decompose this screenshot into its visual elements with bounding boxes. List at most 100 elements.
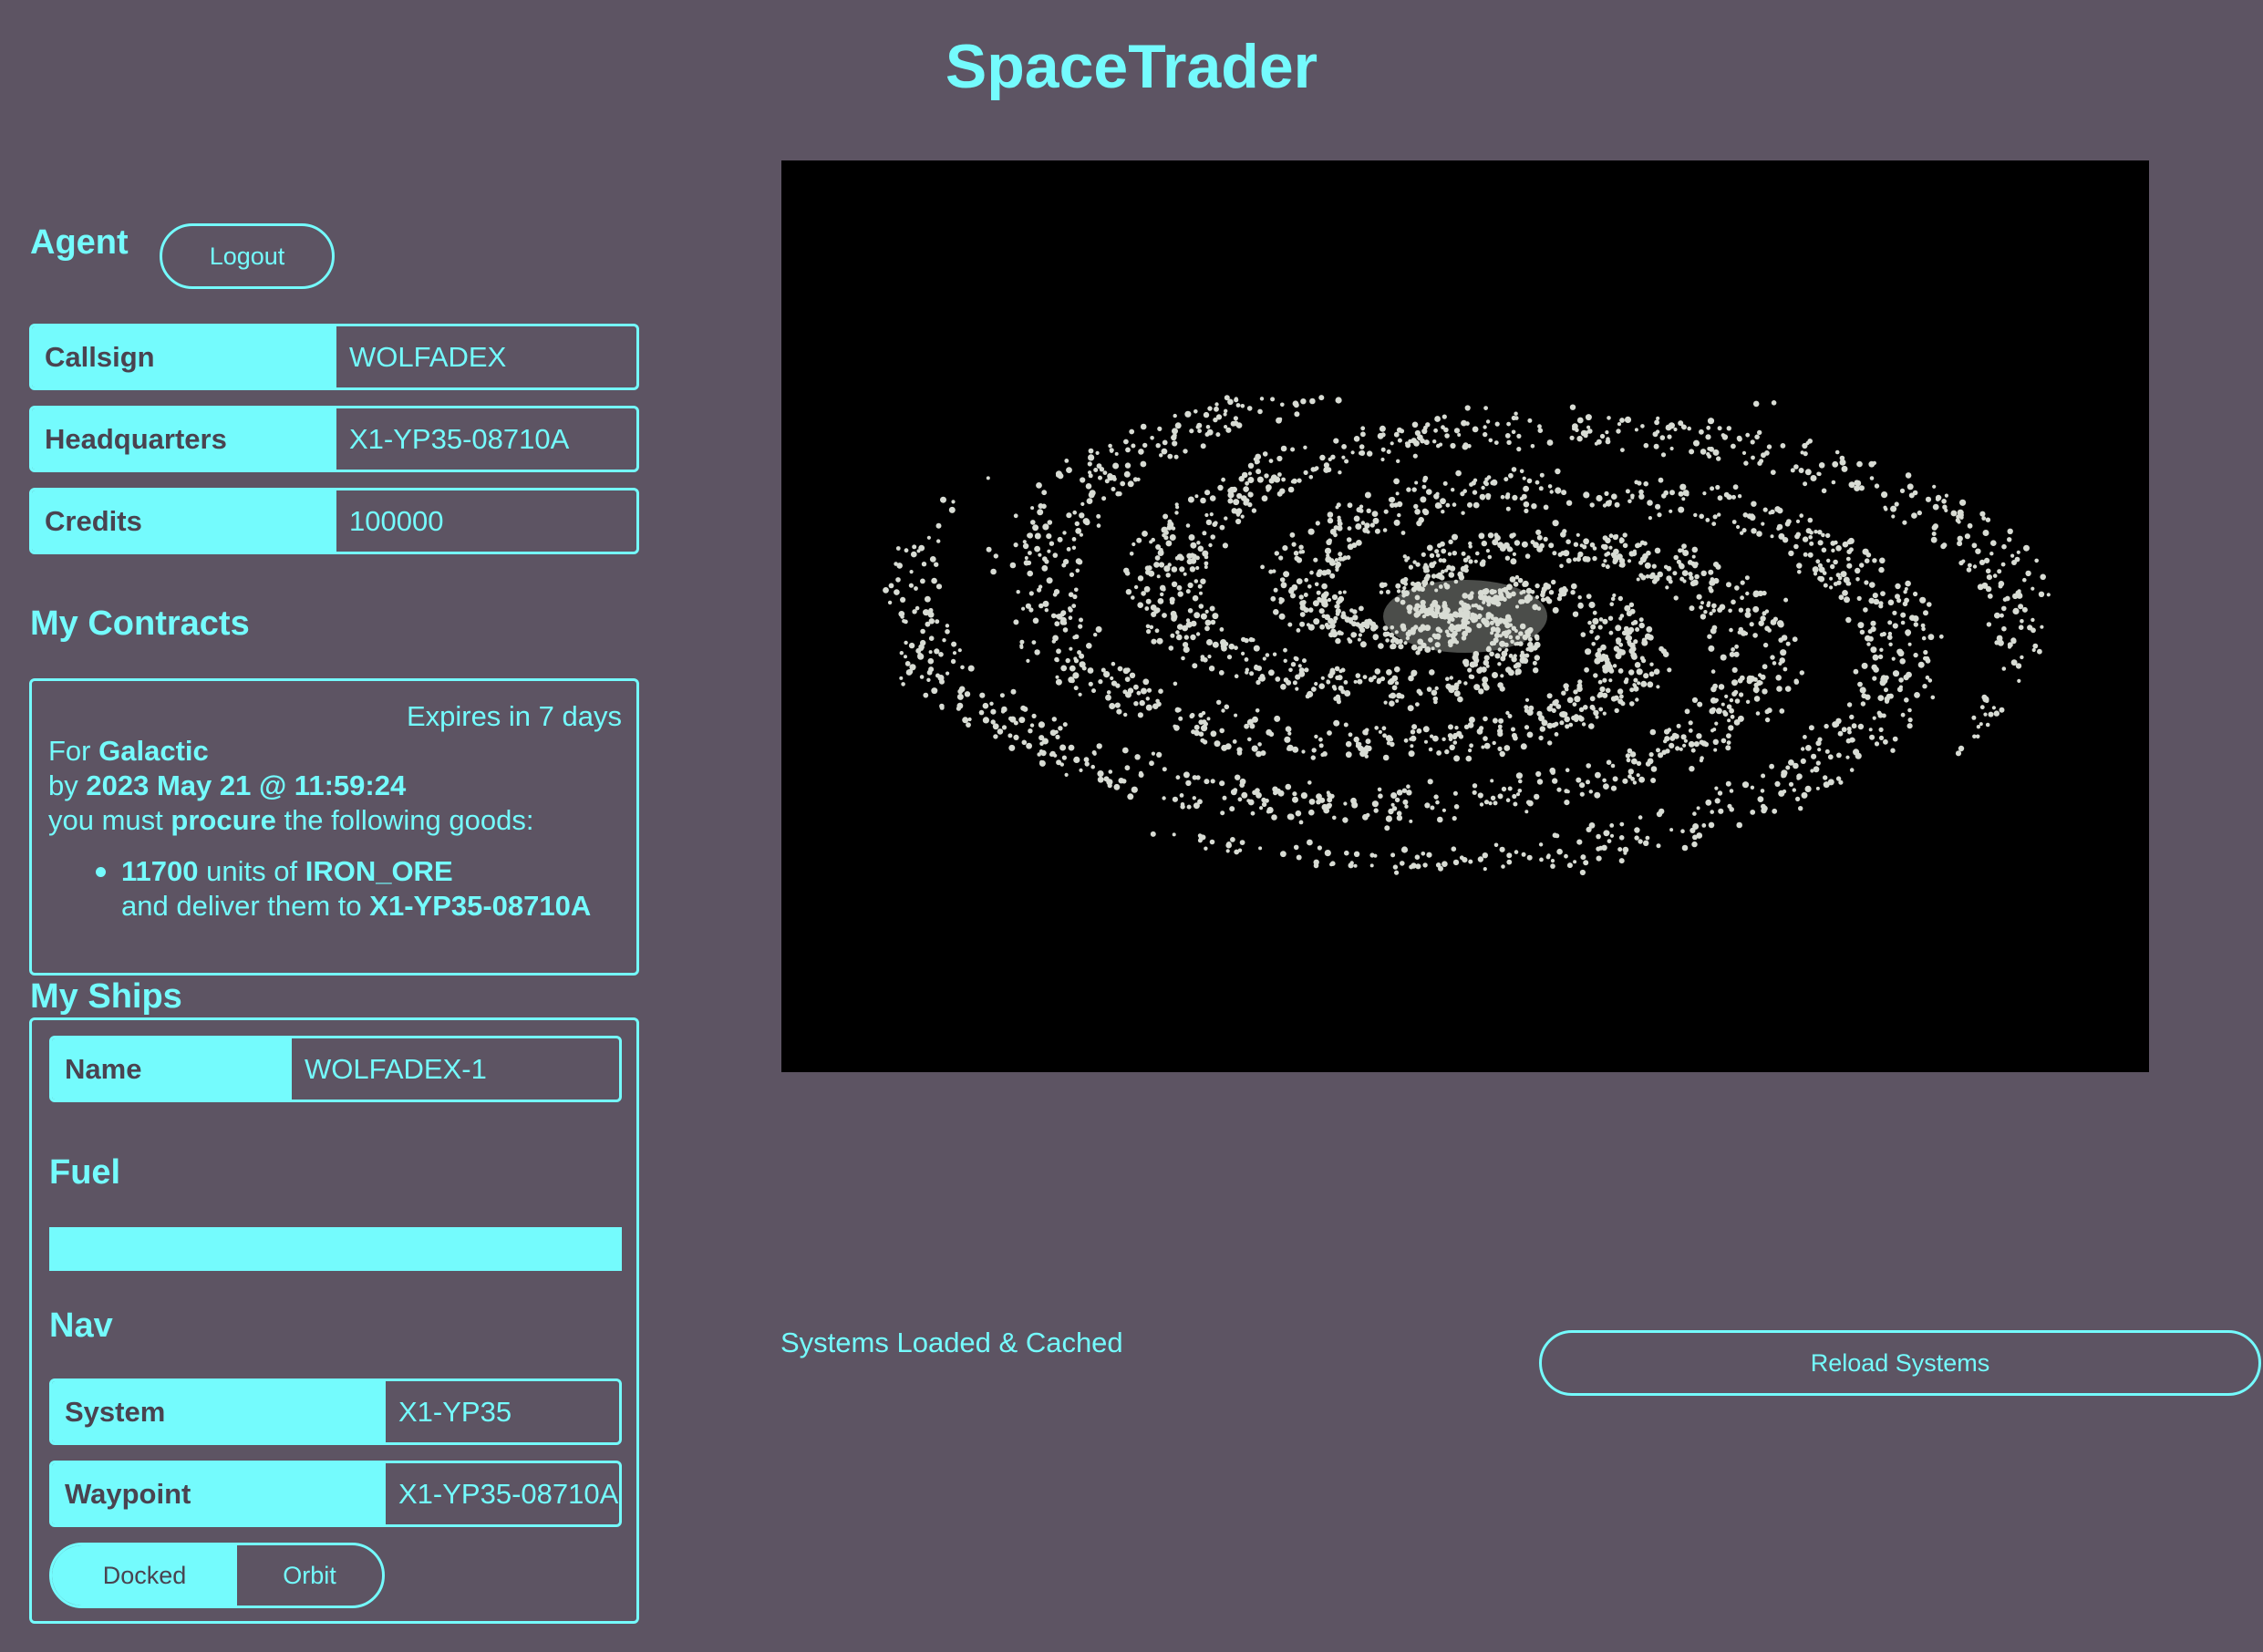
star-system-dot: [1519, 469, 1524, 474]
star-system-dot: [1136, 690, 1142, 696]
star-system-dot: [1139, 770, 1143, 776]
star-system-dot: [1379, 425, 1386, 432]
star-system-dot: [1566, 790, 1570, 794]
star-system-dot: [1715, 707, 1722, 715]
star-system-dot: [1907, 718, 1913, 723]
star-system-dot: [1463, 724, 1470, 729]
star-system-dot: [1230, 837, 1235, 842]
logout-button[interactable]: Logout: [160, 223, 335, 289]
star-system-dot: [920, 628, 925, 635]
star-system-dot: [1049, 541, 1055, 546]
star-system-dot: [1859, 687, 1866, 694]
star-system-dot: [1736, 435, 1742, 441]
star-system-dot: [1349, 861, 1354, 865]
star-system-dot: [1502, 654, 1506, 658]
star-system-dot: [1224, 743, 1232, 750]
star-system-dot: [1612, 664, 1617, 668]
star-system-dot: [1585, 430, 1589, 435]
star-system-dot: [909, 664, 916, 671]
callsign-value: WOLFADEX: [349, 340, 507, 373]
star-system-dot: [1897, 648, 1903, 654]
star-system-dot: [931, 687, 938, 695]
star-system-dot: [1881, 632, 1886, 636]
star-system-dot: [1290, 593, 1296, 599]
star-system-dot: [1762, 664, 1768, 670]
star-system-dot: [1150, 436, 1154, 440]
star-system-dot: [1807, 517, 1814, 523]
star-system-dot: [1654, 419, 1659, 426]
star-system-dot: [1303, 593, 1308, 597]
star-system-dot: [1030, 520, 1036, 525]
star-system-dot: [1233, 499, 1240, 506]
star-system-dot: [1341, 455, 1346, 459]
star-system-dot: [1201, 710, 1206, 716]
star-system-dot: [1643, 840, 1649, 846]
star-system-dot: [1228, 486, 1235, 494]
contract-deadline-line: by 2023 May 21 @ 11:59:24: [48, 769, 623, 803]
star-system-dot: [1739, 692, 1744, 697]
star-system-dot: [1472, 501, 1480, 509]
star-system-dot: [1389, 700, 1395, 707]
star-system-dot: [1187, 496, 1194, 503]
orbit-button[interactable]: Orbit: [237, 1545, 382, 1606]
star-system-dot: [1172, 796, 1178, 802]
star-system-dot: [1836, 752, 1842, 759]
star-system-dot: [1282, 545, 1288, 552]
star-system-dot: [1976, 725, 1981, 729]
star-system-dot: [1194, 724, 1200, 730]
star-system-dot: [1737, 715, 1744, 722]
star-system-dot: [1485, 664, 1490, 668]
galaxy-map[interactable]: [781, 160, 2149, 1072]
star-system-dot: [1431, 601, 1438, 607]
star-system-dot: [1771, 400, 1777, 406]
star-system-dot: [1516, 447, 1522, 452]
docked-button[interactable]: Docked: [52, 1545, 237, 1606]
star-system-dot: [1297, 664, 1302, 668]
star-system-dot: [1887, 631, 1893, 636]
reload-systems-button[interactable]: Reload Systems: [1539, 1330, 2261, 1396]
star-system-dot: [1679, 747, 1683, 751]
star-system-dot: [1456, 730, 1462, 738]
star-system-dot: [1481, 745, 1485, 749]
star-system-dot: [1914, 692, 1920, 698]
star-system-dot: [1990, 540, 1997, 546]
star-system-dot: [1421, 614, 1427, 619]
star-system-dot: [2030, 586, 2035, 591]
star-system-dot: [1265, 798, 1269, 803]
star-system-dot: [1197, 545, 1204, 552]
star-system-dot: [1815, 559, 1821, 564]
star-system-dot: [1093, 633, 1098, 637]
star-system-dot: [1177, 591, 1183, 597]
star-system-dot: [1741, 450, 1747, 455]
star-system-dot: [1981, 516, 1987, 521]
star-system-dot: [1195, 775, 1201, 780]
star-system-dot: [1895, 583, 1901, 590]
star-system-dot: [1784, 686, 1792, 692]
star-system-dot: [1352, 632, 1358, 637]
star-system-dot: [1235, 403, 1241, 408]
star-system-dot: [1955, 750, 1962, 757]
star-system-dot: [1987, 594, 1993, 599]
star-system-dot: [1390, 692, 1397, 699]
star-system-dot: [1562, 529, 1567, 534]
star-system-dot: [1872, 558, 1877, 563]
star-system-dot: [1410, 669, 1418, 676]
star-system-dot: [1985, 568, 1991, 574]
star-system-dot: [1750, 785, 1755, 790]
star-system-dot: [1477, 613, 1483, 619]
star-system-dot: [1799, 670, 1805, 676]
star-system-dot: [1678, 506, 1685, 513]
star-system-dot: [1576, 417, 1584, 424]
star-system-dot: [1101, 496, 1107, 501]
star-system-dot: [1629, 608, 1636, 614]
star-system-dot: [1700, 601, 1704, 605]
star-system-dot: [1308, 809, 1315, 816]
star-system-dot: [1711, 521, 1717, 526]
star-system-dot: [1052, 552, 1059, 558]
star-system-dot: [1056, 473, 1060, 478]
star-system-dot: [950, 658, 956, 665]
star-system-dot: [1308, 799, 1316, 805]
star-system-dot: [1300, 792, 1307, 800]
star-system-dot: [1902, 520, 1907, 525]
star-system-dot: [894, 589, 900, 595]
